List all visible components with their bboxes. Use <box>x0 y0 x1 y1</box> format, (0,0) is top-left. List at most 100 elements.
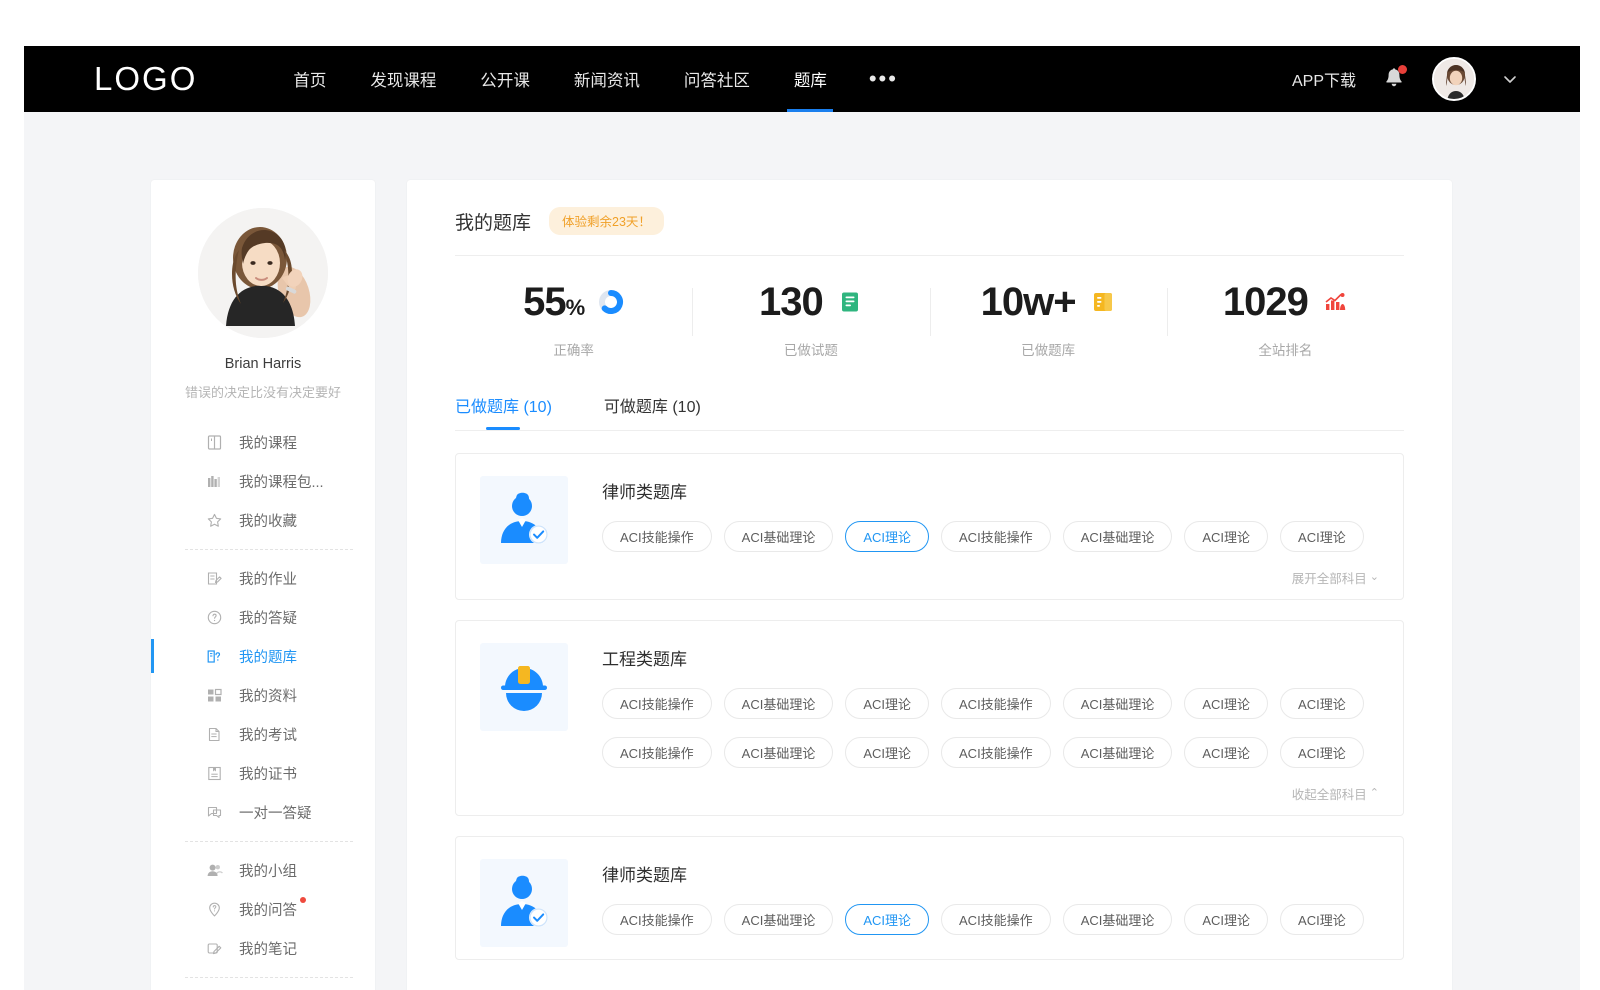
tab-available-banks[interactable]: 可做题库 (10) <box>604 393 701 430</box>
bank-tabs: 已做题库 (10) 可做题库 (10) <box>455 377 1404 430</box>
chevron-down-icon: ⌄ <box>1370 572 1379 583</box>
page-viewport: LOGO 首页 发现课程 公开课 新闻资讯 问答社区 题库 ••• APP下载 <box>24 46 1580 990</box>
subject-tag[interactable]: ACI技能操作 <box>602 737 712 768</box>
sidebar-item-one-on-one[interactable]: 一对一答疑 <box>151 793 375 832</box>
subject-tag-selected[interactable]: ACI理论 <box>845 904 929 935</box>
site-logo[interactable]: LOGO <box>94 60 197 98</box>
subject-tag-selected[interactable]: ACI理论 <box>845 521 929 552</box>
subject-tag[interactable]: ACI理论 <box>1184 688 1268 719</box>
sidebar-item-label: 我的题库 <box>239 646 297 667</box>
sidebar-item-label: 我的答疑 <box>239 607 297 628</box>
stat-value: 1029 <box>1223 282 1308 322</box>
bank-card[interactable]: 工程类题库 ACI技能操作 ACI基础理论 ACI理论 ACI技能操作 ACI基… <box>455 620 1404 816</box>
tab-completed-banks[interactable]: 已做题库 (10) <box>455 393 552 430</box>
sidebar-item-label: 我的收藏 <box>239 510 297 531</box>
subject-tag[interactable]: ACI理论 <box>1280 688 1364 719</box>
lawyer-icon <box>493 489 555 551</box>
subject-tag[interactable]: ACI技能操作 <box>602 688 712 719</box>
stat-value-row: 55% <box>523 282 624 322</box>
subject-tag[interactable]: ACI技能操作 <box>941 737 1051 768</box>
nav-item-open-class[interactable]: 公开课 <box>458 46 552 112</box>
sidebar-item-my-homework[interactable]: 我的作业 <box>151 559 375 598</box>
subject-tag[interactable]: ACI理论 <box>845 737 929 768</box>
profile-avatar-image <box>198 208 328 338</box>
sidebar-divider <box>185 977 353 978</box>
subject-tag[interactable]: ACI理论 <box>1184 737 1268 768</box>
bank-body: 律师类题库 ACI技能操作 ACI基础理论 ACI理论 ACI技能操作 ACI基… <box>602 476 1379 587</box>
profile-motto: 错误的决定比没有决定要好 <box>151 382 375 401</box>
collapse-all-subjects-link[interactable]: 收起全部科目 ⌃ <box>1292 784 1379 803</box>
collapse-link-label: 收起全部科目 <box>1292 784 1367 803</box>
stat-value-row: 10w+ <box>981 282 1116 322</box>
subject-tag[interactable]: ACI技能操作 <box>602 521 712 552</box>
nav-item-news[interactable]: 新闻资讯 <box>552 46 662 112</box>
bank-body: 工程类题库 ACI技能操作 ACI基础理论 ACI理论 ACI技能操作 ACI基… <box>602 643 1379 803</box>
user-avatar-button[interactable] <box>1432 57 1476 101</box>
subject-tag[interactable]: ACI技能操作 <box>941 688 1051 719</box>
subject-tag[interactable]: ACI理论 <box>845 688 929 719</box>
subject-tag[interactable]: ACI基础理论 <box>724 737 834 768</box>
subject-tag[interactable]: ACI理论 <box>1280 904 1364 935</box>
sidebar-item-my-certificates[interactable]: 我的证书 <box>151 754 375 793</box>
subject-tag[interactable]: ACI基础理论 <box>724 688 834 719</box>
sidebar-item-my-course-packages[interactable]: 我的课程包... <box>151 462 375 501</box>
stat-value-row: 1029 <box>1223 282 1348 322</box>
subject-tag[interactable]: ACI基础理论 <box>724 521 834 552</box>
stat-label: 正确率 <box>553 339 594 359</box>
subject-tag[interactable]: ACI理论 <box>1184 521 1268 552</box>
sidebar-item-my-courses[interactable]: 我的课程 <box>151 423 375 462</box>
sidebar-item-my-groups[interactable]: 我的小组 <box>151 851 375 890</box>
sidebar-item-my-question-bank[interactable]: 我的题库 <box>151 637 375 676</box>
bank-card[interactable]: 律师类题库 ACI技能操作 ACI基础理论 ACI理论 ACI技能操作 ACI基… <box>455 453 1404 600</box>
bank-thumbnail <box>480 476 568 564</box>
sidebar-item-my-materials[interactable]: 我的资料 <box>151 676 375 715</box>
sidebar-divider <box>185 841 353 842</box>
certificate-icon <box>205 765 223 783</box>
subject-tag[interactable]: ACI理论 <box>1184 904 1268 935</box>
avatar[interactable] <box>198 208 328 338</box>
sidebar-item-my-exams[interactable]: 我的考试 <box>151 715 375 754</box>
material-icon <box>205 687 223 705</box>
stat-label: 已做试题 <box>784 339 838 359</box>
subject-tag[interactable]: ACI技能操作 <box>602 904 712 935</box>
stat-site-ranking: 1029 全站排名 <box>1167 282 1404 359</box>
chat-icon <box>205 804 223 822</box>
sidebar-item-my-favorites[interactable]: 我的收藏 <box>151 501 375 540</box>
nav-item-home[interactable]: 首页 <box>271 46 348 112</box>
nav-item-discover-courses[interactable]: 发现课程 <box>348 46 458 112</box>
subject-tag[interactable]: ACI基础理论 <box>1063 521 1173 552</box>
qa-pin-icon <box>205 901 223 919</box>
app-download-link[interactable]: APP下载 <box>1292 67 1356 91</box>
subject-tag[interactable]: ACI理论 <box>1280 521 1364 552</box>
expand-all-subjects-link[interactable]: 展开全部科目 ⌄ <box>1292 568 1379 587</box>
bank-title: 工程类题库 <box>602 645 1379 670</box>
stat-value: 55% <box>523 282 584 322</box>
main-navigation: 首页 发现课程 公开课 新闻资讯 问答社区 题库 ••• <box>271 46 918 112</box>
nav-item-question-bank[interactable]: 题库 <box>772 46 849 112</box>
chevron-down-icon[interactable] <box>1502 71 1518 87</box>
subject-tag[interactable]: ACI技能操作 <box>941 521 1051 552</box>
sidebar-item-label: 我的笔记 <box>239 938 297 959</box>
subject-tag[interactable]: ACI基础理论 <box>1063 688 1173 719</box>
nav-item-qa-community[interactable]: 问答社区 <box>662 46 772 112</box>
exam-icon <box>205 726 223 744</box>
subject-tag[interactable]: ACI技能操作 <box>941 904 1051 935</box>
unread-dot <box>300 897 306 903</box>
sidebar-item-my-notes[interactable]: 我的笔记 <box>151 929 375 968</box>
notification-bell-button[interactable] <box>1382 66 1406 92</box>
sidebar-item-my-qa[interactable]: 我的问答 <box>151 890 375 929</box>
subject-tag[interactable]: ACI基础理论 <box>1063 904 1173 935</box>
user-avatar-image <box>1434 59 1476 101</box>
sidebar-item-label: 我的资料 <box>239 685 297 706</box>
homework-icon <box>205 570 223 588</box>
subject-tag-row: ACI技能操作 ACI基础理论 ACI理论 ACI技能操作 ACI基础理论 AC… <box>602 521 1379 552</box>
more-menu-icon[interactable]: ••• <box>849 46 918 112</box>
bank-card[interactable]: 律师类题库 ACI技能操作 ACI基础理论 ACI理论 ACI技能操作 ACI基… <box>455 836 1404 960</box>
lawyer-icon <box>493 872 555 934</box>
subject-tag[interactable]: ACI基础理论 <box>1063 737 1173 768</box>
subject-tag[interactable]: ACI基础理论 <box>724 904 834 935</box>
sidebar-item-my-answers[interactable]: 我的答疑 <box>151 598 375 637</box>
top-navigation-bar: LOGO 首页 发现课程 公开课 新闻资讯 问答社区 题库 ••• APP下载 <box>24 46 1580 112</box>
subject-tag[interactable]: ACI理论 <box>1280 737 1364 768</box>
trial-status-badge: 体验剩余23天！ <box>549 207 664 235</box>
